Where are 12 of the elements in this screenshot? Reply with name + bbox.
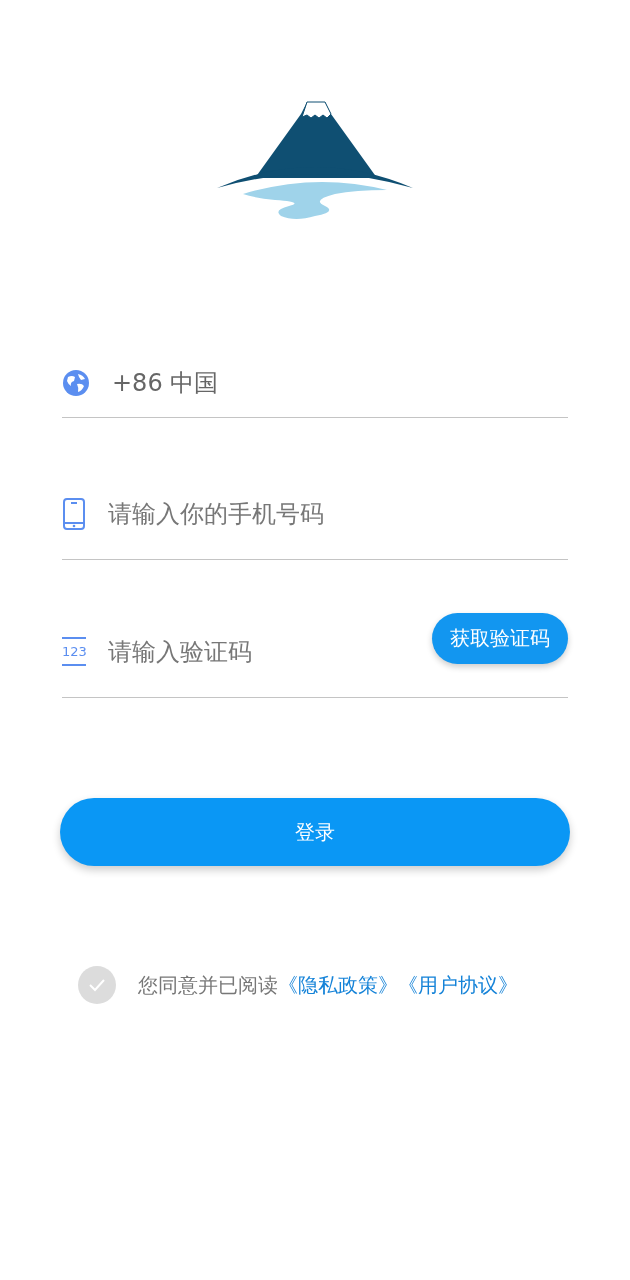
agreement-link[interactable]: 《隐私政策》: [278, 971, 398, 999]
agreement-text: 您同意并已阅读: [138, 971, 278, 999]
phone-number-field[interactable]: 请输入你的手机号码: [108, 499, 568, 528]
globe-icon: [62, 368, 90, 397]
check-icon: [87, 977, 107, 993]
login-button[interactable]: 登录: [60, 798, 570, 866]
get-code-button[interactable]: 获取验证码: [432, 613, 568, 664]
agree-checkbox[interactable]: [78, 966, 116, 1004]
country-field[interactable]: +86 中国: [112, 368, 568, 397]
verification-code-field[interactable]: 请输入验证码: [108, 637, 410, 666]
agreement-link[interactable]: 《用户协议》: [398, 971, 518, 999]
phone-icon: [62, 497, 86, 530]
